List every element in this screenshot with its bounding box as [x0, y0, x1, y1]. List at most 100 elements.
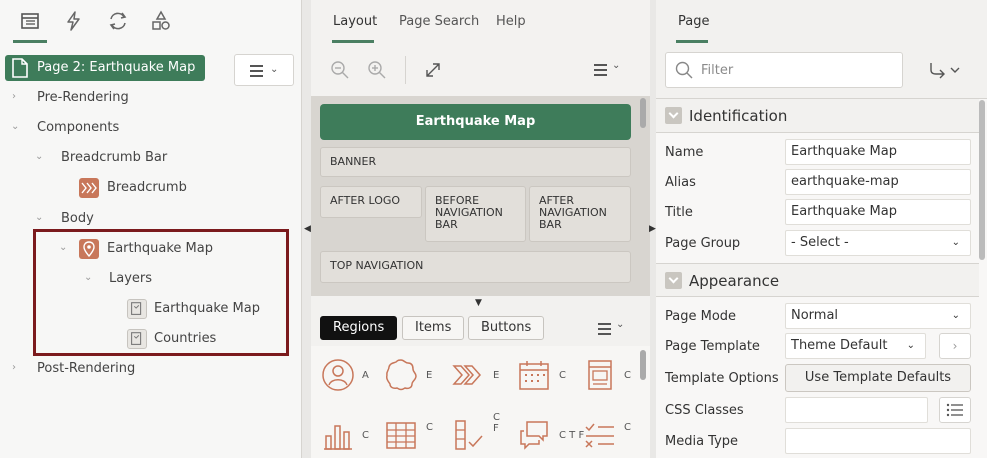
slot-top-navigation[interactable]: TOP NAVIGATION	[320, 251, 631, 283]
gallery-label: E	[426, 370, 433, 381]
list-view-icon[interactable]	[583, 418, 617, 452]
title-field[interactable]: Earthquake Map	[785, 199, 971, 225]
tab-help[interactable]: Help	[496, 14, 526, 29]
calendar-region-icon[interactable]	[517, 358, 551, 392]
layout-canvas: Earthquake Map BANNER AFTER LOGO BEFORE …	[311, 96, 650, 296]
slot-after-logo[interactable]: AFTER LOGO	[320, 186, 422, 218]
property-label: CSS Classes	[665, 403, 744, 418]
gallery-scrollbar[interactable]	[640, 350, 646, 380]
page-chip-label: Page 2: Earthquake Map	[37, 60, 196, 75]
tab-items[interactable]: Items	[402, 316, 465, 340]
active-tab-indicator	[676, 40, 708, 43]
tree-menu-button[interactable]: ⌄	[234, 54, 294, 86]
card-region-icon[interactable]	[583, 358, 617, 392]
tab-page-search[interactable]: Page Search	[399, 14, 479, 29]
collapse-toggle-icon[interactable]	[665, 107, 682, 124]
gallery-label: C	[426, 422, 433, 433]
badge-region-icon[interactable]	[384, 358, 418, 392]
tree-node-pre-rendering[interactable]: Pre-Rendering	[37, 87, 129, 109]
section-title: Appearance	[689, 272, 780, 290]
tree-node-components[interactable]: Components	[37, 117, 119, 139]
page-template-select[interactable]: Theme Default ⌄	[785, 333, 926, 359]
gallery-label: A	[362, 370, 369, 381]
go-to-group-button[interactable]	[928, 60, 968, 80]
zoom-in-icon[interactable]	[367, 60, 387, 80]
collapse-arrow-icon[interactable]: ⌄	[35, 151, 47, 162]
breadcrumb-region-icon[interactable]	[451, 358, 485, 392]
left-splitter[interactable]: ◀	[302, 0, 311, 458]
checklist-region-icon[interactable]	[451, 418, 485, 452]
left-pane-tabs	[0, 0, 302, 44]
page-selector-chip[interactable]: Page 2: Earthquake Map	[5, 55, 206, 81]
css-classes-field[interactable]	[785, 397, 928, 423]
chevron-down-icon: ⌄	[951, 237, 960, 248]
slot-after-navigation-bar[interactable]: AFTER NAVIGATION BAR	[529, 186, 631, 242]
tab-regions[interactable]: Regions	[320, 316, 398, 340]
collapse-left-arrow-icon[interactable]: ◀	[304, 224, 311, 234]
name-field[interactable]: Earthquake Map	[785, 139, 971, 165]
tab-buttons[interactable]: Buttons	[468, 316, 545, 340]
alias-field[interactable]: earthquake-map	[785, 169, 971, 195]
hamburger-icon[interactable]	[594, 64, 607, 76]
tree-node-body[interactable]: Body	[61, 208, 94, 230]
page-mode-select[interactable]: Normal ⌄	[785, 303, 971, 329]
collapse-toggle-icon[interactable]	[665, 272, 682, 289]
property-label: Media Type	[665, 434, 739, 449]
collapse-right-arrow-icon[interactable]: ▶	[649, 224, 656, 234]
collapse-arrow-icon[interactable]: ⌄	[11, 121, 23, 132]
region-earthquake-map[interactable]: Earthquake Map	[320, 104, 631, 140]
gallery-label: C T F	[559, 430, 585, 441]
active-tab-indicator	[13, 40, 47, 43]
property-label: Alias	[665, 175, 696, 190]
css-classes-picker-button[interactable]	[939, 397, 971, 423]
chevron-down-icon[interactable]: ⌄	[612, 60, 620, 71]
tree-node-breadcrumb-bar[interactable]: Breadcrumb Bar	[61, 147, 167, 169]
select-value: - Select -	[791, 235, 849, 250]
expand-icon[interactable]	[423, 60, 443, 80]
section-identification[interactable]: Identification	[656, 99, 979, 133]
filter-input[interactable]: Filter	[665, 52, 903, 88]
slot-before-navigation-bar[interactable]: BEFORE NAVIGATION BAR	[425, 186, 526, 242]
gallery-tabs: Regions Items Buttons ⌄	[311, 306, 650, 346]
shared-components-icon[interactable]	[150, 10, 172, 32]
collapse-arrow-icon[interactable]: ⌄	[35, 212, 47, 223]
property-label: Title	[665, 205, 693, 220]
middle-tabs: Layout Page Search Help	[311, 0, 650, 44]
chart-region-icon[interactable]	[321, 418, 355, 452]
canvas-scrollbar[interactable]	[640, 98, 646, 128]
page-group-select[interactable]: - Select - ⌄	[785, 230, 971, 256]
expand-arrow-icon[interactable]: ›	[12, 91, 24, 102]
classic-report-icon[interactable]	[384, 418, 418, 452]
chevron-down-icon[interactable]: ⌄	[616, 319, 624, 330]
property-label: Page Template	[665, 339, 760, 354]
expand-arrow-icon[interactable]: ›	[12, 362, 24, 373]
chevron-right-icon: ›	[952, 339, 958, 353]
hamburger-icon[interactable]	[598, 323, 611, 335]
breadcrumb-region-icon	[79, 178, 99, 198]
gallery-label: C	[624, 422, 631, 433]
rendering-tree-icon[interactable]	[19, 10, 41, 32]
section-title: Identification	[689, 107, 788, 125]
processing-icon[interactable]	[107, 10, 129, 32]
tab-layout[interactable]: Layout	[333, 14, 377, 29]
property-list: Identification Name Earthquake Map Alias…	[656, 98, 987, 458]
select-value: Theme Default	[791, 338, 888, 353]
zoom-out-icon[interactable]	[330, 60, 350, 80]
tab-page[interactable]: Page	[678, 14, 709, 29]
comments-region-icon[interactable]	[517, 418, 551, 452]
chevron-down-icon: ⌄	[951, 310, 960, 321]
page-template-go-button[interactable]: ›	[939, 333, 971, 359]
region-gallery: A E E C C C C C F C T F C	[311, 346, 650, 458]
tree-node-post-rendering[interactable]: Post-Rendering	[37, 358, 135, 380]
dynamic-actions-icon[interactable]	[63, 10, 85, 32]
tree-node-breadcrumb[interactable]: Breadcrumb	[107, 177, 187, 199]
section-appearance[interactable]: Appearance	[656, 263, 979, 297]
use-template-defaults-button[interactable]: Use Template Defaults	[785, 364, 971, 392]
layout-panel: Layout Page Search Help ⌄ Earthquake Map…	[311, 0, 650, 458]
property-label: Page Mode	[665, 309, 737, 324]
media-type-field[interactable]	[785, 428, 971, 454]
property-scrollbar[interactable]	[979, 100, 985, 260]
avatar-region-icon[interactable]	[321, 358, 355, 392]
slot-banner[interactable]: BANNER	[320, 147, 631, 177]
page-document-icon	[12, 58, 28, 78]
